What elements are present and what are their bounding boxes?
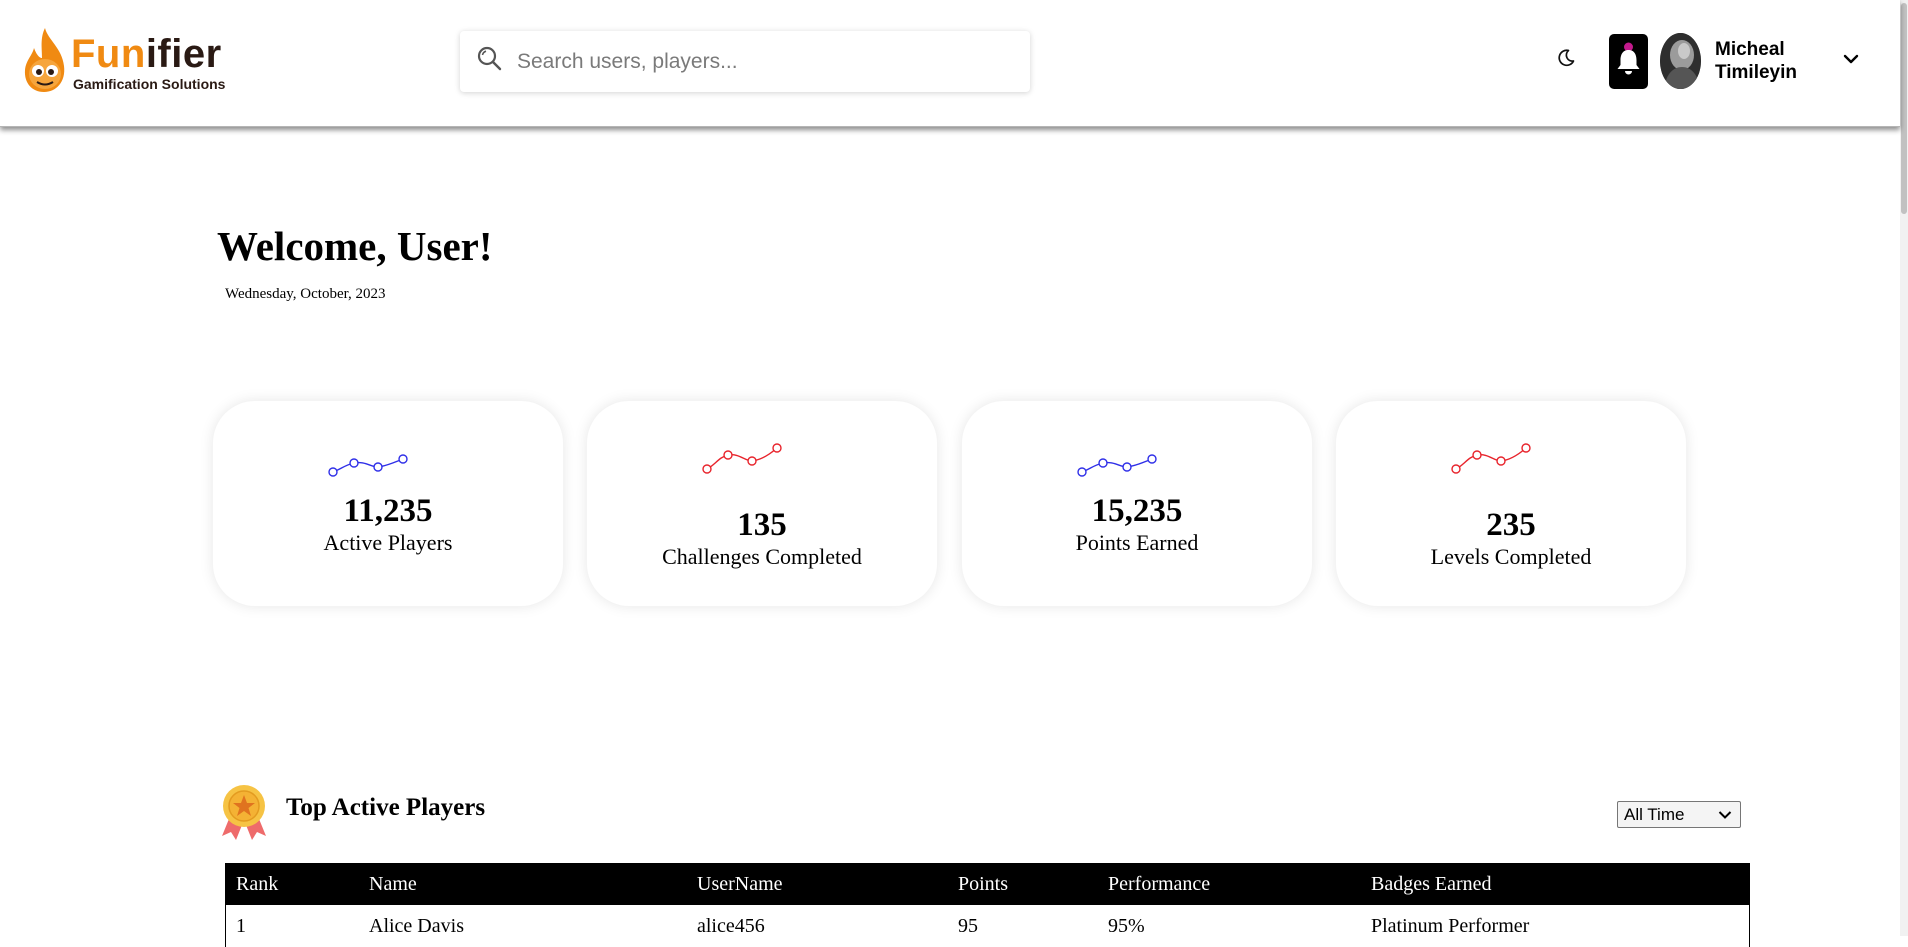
logo-word-b: ifier [145, 32, 222, 76]
dark-mode-toggle-icon[interactable] [1556, 48, 1576, 68]
sparkline-chart [328, 454, 408, 477]
scrollbar-thumb[interactable] [1901, 3, 1907, 214]
sparkline-chart [1077, 454, 1157, 477]
cell-name: Alice Davis [369, 915, 464, 937]
search-bar[interactable] [460, 31, 1030, 92]
search-input[interactable] [515, 43, 1009, 81]
stat-card-points-earned: 15,235 Points Earned [962, 401, 1312, 606]
stat-label: Challenges Completed [662, 544, 862, 569]
stat-card-challenges-completed: 135 Challenges Completed [587, 401, 937, 606]
user-avatar[interactable] [1660, 33, 1701, 89]
cell-points: 95 [958, 915, 978, 937]
chevron-down-icon [1718, 811, 1732, 819]
user-name[interactable]: Micheal Timileyin [1715, 38, 1797, 84]
medal-icon [222, 785, 266, 840]
cell-badges: Platinum Performer [1371, 915, 1530, 937]
bell-icon [1617, 42, 1640, 75]
top-header: Funifier Gamification Solutions Micheal … [0, 0, 1900, 127]
stat-value: 235 [1486, 507, 1536, 543]
time-range-value: All Time [1624, 805, 1685, 824]
cell-performance: 95% [1108, 915, 1145, 937]
chevron-down-icon[interactable] [1840, 48, 1862, 70]
column-header-name[interactable]: Name [369, 863, 417, 905]
column-header-performance[interactable]: Performance [1108, 863, 1210, 905]
profile-photo [1660, 33, 1701, 89]
flame-mascot-icon [24, 28, 65, 92]
top-active-players-title: Top Active Players [286, 794, 486, 821]
column-header-points[interactable]: Points [958, 863, 1008, 905]
column-header-username[interactable]: UserName [697, 863, 783, 905]
stat-label: Active Players [323, 530, 453, 555]
current-date: Wednesday, October, 2023 [225, 286, 386, 302]
notifications-button[interactable] [1609, 34, 1648, 89]
funifier-logo[interactable]: Funifier Gamification Solutions [22, 24, 262, 96]
user-first-name: Micheal [1715, 39, 1785, 60]
stat-label: Points Earned [1075, 530, 1199, 555]
stat-card-levels-completed: 235 Levels Completed [1336, 401, 1686, 606]
stat-value: 11,235 [343, 493, 433, 529]
cell-rank: 1 [236, 915, 246, 937]
stat-value: 135 [737, 507, 787, 543]
logo-word-a: Fun [71, 32, 146, 76]
stat-label: Levels Completed [1430, 544, 1592, 569]
welcome-heading: Welcome, User! [217, 223, 493, 269]
user-last-name: Timileyin [1715, 62, 1798, 83]
column-header-badges[interactable]: Badges Earned [1371, 863, 1492, 905]
column-header-rank[interactable]: Rank [236, 863, 278, 905]
table-header-row: Rank Name UserName Points Performance Ba… [226, 863, 1749, 905]
table-row[interactable]: 1 Alice Davis alice456 95 95% Platinum P… [226, 905, 1749, 947]
search-icon [477, 46, 502, 71]
cell-username: alice456 [697, 915, 765, 937]
stat-card-active-players: 11,235 Active Players [213, 401, 563, 606]
stat-value: 15,235 [1091, 493, 1183, 529]
time-range-select[interactable]: All Time [1617, 801, 1741, 828]
logo-wordmark: Funifier [71, 34, 222, 74]
top-players-table: Rank Name UserName Points Performance Ba… [225, 863, 1750, 947]
sparkline-chart [1451, 443, 1531, 474]
logo-tagline: Gamification Solutions [73, 76, 226, 92]
sparkline-chart [702, 443, 782, 474]
